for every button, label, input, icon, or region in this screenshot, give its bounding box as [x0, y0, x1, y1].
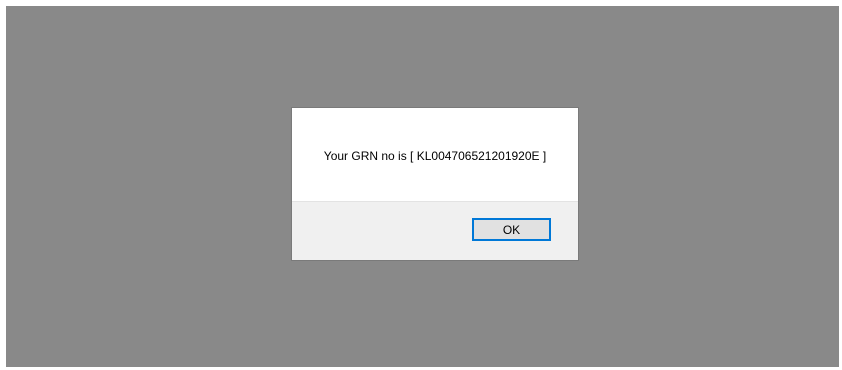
dialog-footer: OK	[292, 201, 578, 260]
ok-button[interactable]: OK	[472, 218, 551, 241]
alert-message: Your GRN no is [ KL004706521201920E ]	[323, 148, 547, 163]
dialog-body: Your GRN no is [ KL004706521201920E ]	[292, 108, 578, 201]
alert-dialog: Your GRN no is [ KL004706521201920E ] OK	[291, 107, 579, 261]
